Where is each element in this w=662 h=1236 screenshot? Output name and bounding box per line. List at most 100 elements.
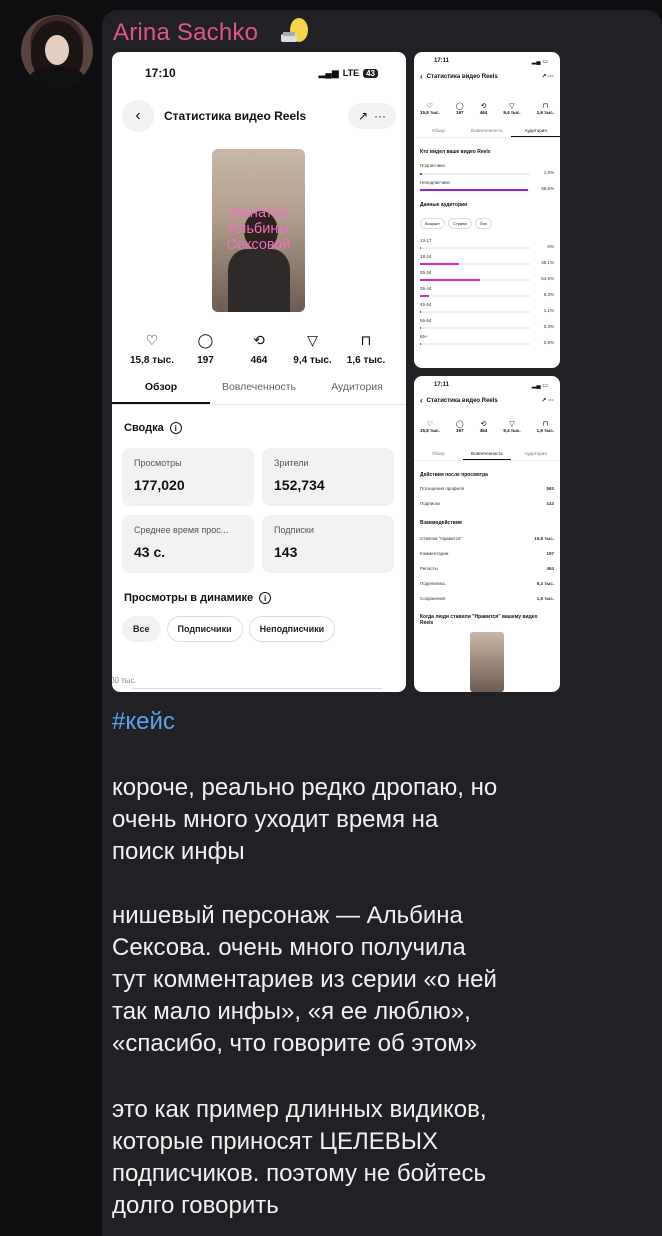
age-pct: 35,1% bbox=[541, 260, 554, 265]
stat-value: 15,8 тыс. bbox=[420, 110, 440, 115]
screenshot-reels-engagement[interactable]: 17:11 ▂▄ ▭ ‹ Статистика видео Reels ↗ ··… bbox=[414, 376, 560, 692]
chip-nonfollowers[interactable]: Неподписчики bbox=[248, 616, 336, 642]
comment-icon: ◯ bbox=[455, 103, 464, 110]
age-bar-fill bbox=[420, 311, 422, 313]
age-pct: 0,3% bbox=[543, 324, 554, 329]
author-name[interactable]: Arina Sachko bbox=[113, 19, 258, 47]
tab-overview[interactable]: Обзор bbox=[112, 376, 210, 404]
chip-followers[interactable]: Подписчики bbox=[166, 616, 243, 642]
info-icon[interactable]: i bbox=[169, 422, 182, 434]
chip-age[interactable]: Возраст bbox=[420, 218, 445, 229]
nonfollowers-row: Неподписчики bbox=[420, 180, 554, 185]
status-time: 17:11 bbox=[434, 58, 450, 64]
card-avg-watch-time: Среднее время прос... 43 с. bbox=[122, 515, 254, 573]
stat-item: ⟲ 464 bbox=[233, 332, 285, 366]
age-bar-fill bbox=[420, 247, 421, 249]
stat-comments: ◯ 197 bbox=[456, 420, 464, 433]
tab-overview[interactable]: Обзор bbox=[414, 451, 463, 460]
card-value: 143 bbox=[274, 544, 298, 560]
card-value: 152,734 bbox=[274, 477, 325, 493]
age-bar-fill bbox=[420, 327, 421, 329]
dynamics-section-title: Просмотры в динамике i bbox=[124, 592, 272, 604]
tab-engagement[interactable]: Вовлеченность bbox=[463, 128, 512, 137]
repost-icon[interactable]: ⟲ bbox=[233, 332, 285, 349]
reels-tabs: Обзор Вовлеченность Аудитория bbox=[414, 128, 560, 138]
stat-value: 9,4 тыс. bbox=[293, 355, 332, 366]
card-follows: Подписки 143 bbox=[262, 515, 394, 573]
stat-value: 464 bbox=[479, 110, 488, 115]
bookmark-icon[interactable]: ⊓ bbox=[340, 332, 392, 349]
stat-value: 464 bbox=[479, 428, 488, 433]
author-avatar[interactable] bbox=[21, 15, 93, 87]
heart-icon: ♡ bbox=[426, 421, 434, 428]
chip-gender[interactable]: Пол bbox=[474, 218, 492, 229]
status-time: 17:10 bbox=[145, 66, 176, 80]
interaction-row: Репосты 464 bbox=[420, 566, 554, 571]
trend-icon[interactable]: ↗ ··· bbox=[541, 397, 554, 404]
stat-value: 197 bbox=[456, 110, 464, 115]
row-value: 197 bbox=[546, 551, 554, 556]
bar-fill bbox=[420, 173, 422, 175]
stat-item: ♡ 15,8 тыс. bbox=[126, 332, 178, 366]
hashtag-link[interactable]: #кейс bbox=[112, 708, 175, 736]
back-icon[interactable]: ‹ bbox=[420, 396, 423, 405]
reels-stats-row: ♡ 15,8 тыс. ◯ 197 ⟲ 464 ▽ 9,4 тыс. ⊓ 1,6 тыс. bbox=[126, 332, 392, 366]
row-label: Неподписчики bbox=[420, 180, 450, 185]
audience-filter-chips: Все Подписчики Неподписчики bbox=[122, 616, 336, 642]
status-bar: 17:11 ▂▄ ▭ bbox=[414, 382, 560, 389]
age-label: 45-54 bbox=[420, 302, 432, 307]
screenshot-reels-audience[interactable]: 17:11 ▂▄ ▭ ‹ Статистика видео Reels ↗ ··… bbox=[414, 52, 560, 368]
row-value: 143 bbox=[546, 501, 554, 506]
stat-value: 464 bbox=[250, 355, 268, 366]
video-thumbnail[interactable]: фанатка Альбины Сексовой bbox=[212, 149, 305, 312]
share-icon[interactable]: ▽ bbox=[287, 332, 339, 349]
row-label: Подписки bbox=[420, 501, 440, 506]
interaction-row: Отметки "Нравится" 15,8 тыс. bbox=[420, 536, 554, 541]
reels-stats-row: ♡ 15,8 тыс. ◯ 197 ⟲ 464 ▽ 9,4 тыс. ⊓ 1,6 тыс. bbox=[420, 102, 554, 115]
reels-stats-row: ♡ 15,8 тыс. ◯ 197 ⟲ 464 ▽ 9,4 тыс. ⊓ 1,6 тыс. bbox=[420, 420, 554, 433]
status-time: 17:11 bbox=[434, 382, 450, 388]
reels-title: Статистика видео Reels bbox=[426, 397, 498, 404]
stat-value: 1,6 тыс. bbox=[536, 428, 554, 433]
tab-engagement[interactable]: Вовлеченность bbox=[462, 451, 512, 460]
share-icon: ▽ bbox=[509, 421, 515, 428]
stat-reposts: ⟲ 464 bbox=[480, 420, 488, 433]
interaction-row: Комментарии 197 bbox=[420, 551, 554, 556]
share-icon: ▽ bbox=[509, 103, 515, 110]
back-icon[interactable]: ‹ bbox=[122, 100, 154, 132]
stat-item: ⊓ 1,6 тыс. bbox=[340, 332, 392, 366]
tab-audience[interactable]: Аудитория bbox=[511, 451, 560, 460]
tab-audience[interactable]: Аудитория bbox=[511, 128, 560, 137]
thumbnail-person-body bbox=[228, 249, 290, 312]
tab-engagement[interactable]: Вовлеченность bbox=[210, 376, 308, 404]
chip-all[interactable]: Все bbox=[122, 616, 161, 642]
more-icon[interactable]: ··· bbox=[374, 109, 386, 123]
reels-header: ‹ Статистика видео Reels ↗ ··· bbox=[122, 96, 396, 136]
battery-icon: 43 bbox=[363, 68, 378, 78]
interaction-row: Сохранения 1,6 тыс. bbox=[420, 596, 554, 601]
heart-icon[interactable]: ♡ bbox=[126, 332, 178, 349]
comment-icon[interactable]: ◯ bbox=[180, 332, 232, 349]
row-value: 15,8 тыс. bbox=[534, 536, 554, 541]
reels-header: ‹ Статистика видео Reels ↗ ··· bbox=[420, 396, 554, 405]
reels-header: ‹ Статистика видео Reels ↗ ··· bbox=[420, 72, 554, 81]
back-icon[interactable]: ‹ bbox=[420, 72, 423, 81]
chip-country[interactable]: Страна bbox=[447, 218, 472, 229]
tab-overview[interactable]: Обзор bbox=[414, 128, 463, 137]
video-thumbnail[interactable] bbox=[470, 632, 504, 692]
card-label: Зрители bbox=[274, 458, 309, 468]
chart-axis-line bbox=[132, 688, 382, 689]
message-paragraph: нишевый персонаж — Альбина Сексова. очен… bbox=[112, 902, 497, 1057]
row-label: Отметки "Нравится" bbox=[420, 536, 462, 541]
trend-icon[interactable]: ↗ ··· bbox=[541, 73, 554, 80]
age-bar bbox=[420, 279, 530, 281]
screenshot-reels-overview[interactable]: 17:10 ▂▄▆ LTE 43 ‹ Статистика видео Reel… bbox=[112, 52, 406, 692]
age-bar bbox=[420, 263, 530, 265]
trend-icon[interactable]: ↗ bbox=[358, 109, 368, 123]
age-label: 18-24 bbox=[420, 254, 432, 259]
age-bar-fill bbox=[420, 295, 430, 297]
message-paragraph: это как пример длинных видиков, которые … bbox=[112, 1096, 487, 1219]
tab-audience[interactable]: Аудитория bbox=[308, 376, 406, 404]
info-icon[interactable]: i bbox=[259, 592, 272, 604]
row-label: Комментарии bbox=[420, 551, 449, 556]
